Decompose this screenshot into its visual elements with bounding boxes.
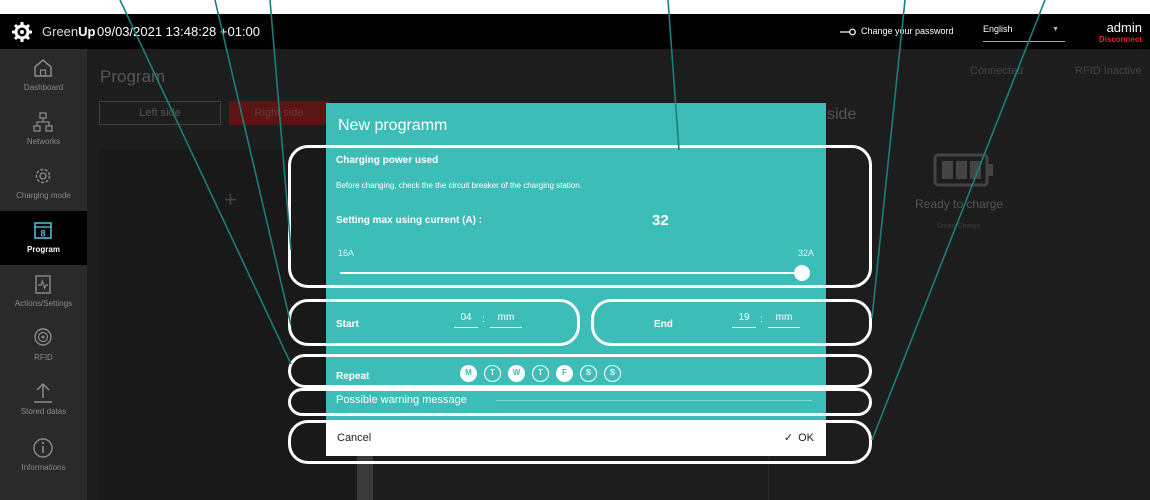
user-area: admin Disconnect: [1099, 20, 1142, 44]
gear-icon[interactable]: [12, 22, 32, 42]
language-select[interactable]: English ▼: [983, 24, 1065, 42]
sidebar-item-dashboard[interactable]: Dashboard: [0, 49, 87, 103]
tab-right-side[interactable]: Right side: [229, 101, 329, 125]
charger-mode: Smart Charge: [937, 223, 981, 230]
sidebar-item-informations[interactable]: Informations: [0, 429, 87, 483]
add-program-icon[interactable]: +: [224, 187, 237, 213]
annotation-ring-warning: [288, 388, 872, 416]
sidebar: Dashboard Networks Charging mode 8 Progr…: [0, 49, 87, 500]
clipboard-icon: [35, 275, 51, 294]
brand-name: GreenUp: [42, 24, 96, 39]
rfid-icon: [34, 328, 52, 346]
svg-text:8: 8: [40, 229, 45, 239]
upload-icon: [34, 382, 52, 403]
sidebar-item-label: Stored datas: [20, 407, 67, 416]
charger-status: Ready to charge: [915, 197, 1004, 211]
sidebar-item-networks[interactable]: Networks: [0, 103, 87, 157]
top-bar: GreenUp 09/03/2021 13:48:28 +01:00 Chang…: [0, 14, 1150, 49]
disconnect-link[interactable]: Disconnect: [1099, 35, 1142, 44]
info-icon: [33, 438, 53, 458]
sidebar-item-label: Charging mode: [16, 191, 71, 200]
right-side-heading: side: [827, 106, 857, 123]
annotation-ring-repeat: [288, 354, 872, 388]
battery-icon: [933, 153, 993, 187]
sidebar-item-label: Networks: [26, 137, 61, 146]
key-icon: [840, 28, 856, 36]
top-margin: [0, 0, 1150, 14]
datetime: 09/03/2021 13:48:28 +01:00: [97, 24, 261, 39]
sidebar-item-label: Program: [27, 245, 60, 254]
sidebar-item-actions-settings[interactable]: Actions/Settings: [0, 265, 87, 319]
gear-icon: [35, 168, 51, 184]
sidebar-item-label: Dashboard: [23, 83, 64, 92]
sidebar-item-label: RFID: [34, 353, 53, 362]
page-title: Program: [100, 67, 166, 86]
network-icon: [33, 112, 53, 132]
sidebar-item-rfid[interactable]: RFID: [0, 319, 87, 373]
calendar-icon: 8: [34, 222, 52, 239]
tab-left-side[interactable]: Left side: [99, 101, 221, 125]
status-connected: Connected: [970, 65, 1024, 77]
user-name: admin: [1106, 20, 1142, 35]
status-rfid: RFID Inactive: [1075, 65, 1142, 77]
annotation-ring-footer: [288, 420, 872, 464]
sidebar-item-program[interactable]: 8 Program: [0, 211, 87, 265]
annotation-ring-start: [288, 299, 580, 346]
language-value: English: [983, 24, 1013, 34]
home-icon: [34, 59, 52, 77]
annotation-ring-end: [591, 299, 872, 346]
chevron-down-icon: ▼: [1052, 26, 1059, 33]
sidebar-item-charging-mode[interactable]: Charging mode: [0, 157, 87, 211]
sidebar-item-label: Actions/Settings: [14, 299, 73, 308]
change-password-link[interactable]: Change your password: [861, 26, 954, 36]
sidebar-item-stored-datas[interactable]: Stored datas: [0, 373, 87, 427]
sidebar-item-label: Informations: [21, 463, 66, 472]
dialog-title: New programm: [338, 117, 448, 134]
annotation-ring-charging-power: [288, 145, 872, 288]
